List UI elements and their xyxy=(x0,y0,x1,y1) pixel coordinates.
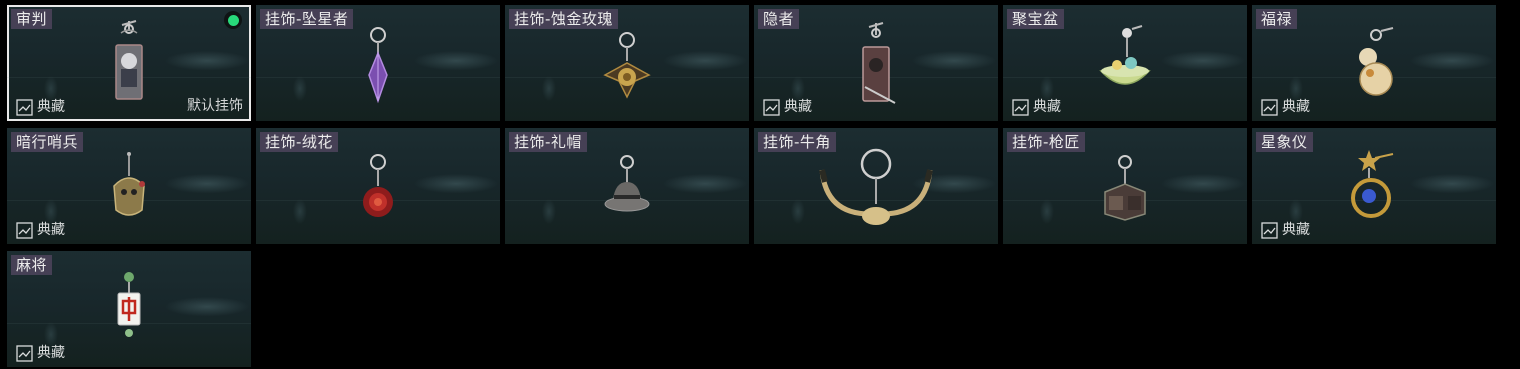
collection-icon xyxy=(1261,98,1278,116)
astrolabe-charm-icon xyxy=(1351,150,1394,218)
collection-icon xyxy=(16,344,33,362)
charm-name: 挂饰-绒花 xyxy=(260,132,338,152)
charm-name: 挂饰-礼帽 xyxy=(509,132,587,152)
collection-tag: 典藏 xyxy=(16,98,65,116)
collection-icon xyxy=(16,221,33,239)
collection-label: 典藏 xyxy=(1282,222,1310,238)
collection-tag: 典藏 xyxy=(763,98,812,116)
collection-tag: 典藏 xyxy=(1261,221,1310,239)
charm-card-top-hat[interactable]: 挂饰-礼帽 xyxy=(505,128,749,244)
collection-icon xyxy=(763,98,780,116)
gold-rose-charm-icon xyxy=(603,32,651,99)
default-charm-label: 默认挂饰 xyxy=(187,98,243,114)
collection-icon xyxy=(1012,98,1029,116)
gourd-charm-icon xyxy=(1359,27,1394,96)
charm-card-velvet-flower[interactable]: 挂饰-绒花 xyxy=(256,128,500,244)
charm-card-astrolabe[interactable]: 星象仪 典藏 xyxy=(1252,128,1496,244)
bull-horn-charm-icon xyxy=(819,148,933,225)
charm-name: 挂饰-蚀金玫瑰 xyxy=(509,9,618,29)
collection-label: 典藏 xyxy=(1282,99,1310,115)
collection-label: 典藏 xyxy=(1033,99,1061,115)
charm-card-gourd[interactable]: 福禄 典藏 xyxy=(1252,5,1496,121)
charm-name: 暗行哨兵 xyxy=(11,132,84,152)
collection-icon xyxy=(16,98,33,116)
charm-name: 挂饰-牛角 xyxy=(758,132,836,152)
mahjong-tile-charm-icon xyxy=(117,272,141,337)
charm-name: 挂饰-坠星者 xyxy=(260,9,354,29)
purple-crystal-charm-icon xyxy=(368,27,388,104)
charm-card-hermit[interactable]: 隐者 典藏 xyxy=(754,5,998,121)
equipped-indicator-icon xyxy=(224,11,242,29)
charm-card-treasure-bowl[interactable]: 聚宝盆 典藏 xyxy=(1003,5,1247,121)
charm-name: 福禄 xyxy=(1256,9,1298,29)
hermit-tarot-charm-icon xyxy=(862,22,896,104)
collection-label: 典藏 xyxy=(37,99,65,115)
judgment-tarot-charm-icon xyxy=(115,20,143,100)
charm-name: 聚宝盆 xyxy=(1007,9,1064,29)
top-hat-charm-icon xyxy=(604,155,650,212)
collection-label: 典藏 xyxy=(37,345,65,361)
collection-label: 典藏 xyxy=(37,222,65,238)
gunsmith-chest-charm-icon xyxy=(1104,155,1146,221)
charm-card-mahjong[interactable]: 麻将 典藏 xyxy=(7,251,251,367)
treasure-bowl-charm-icon xyxy=(1099,25,1151,85)
collection-tag: 典藏 xyxy=(1261,98,1310,116)
red-flower-charm-icon xyxy=(363,154,393,217)
charm-name: 麻将 xyxy=(11,255,53,275)
charm-name: 挂饰-枪匠 xyxy=(1007,132,1085,152)
charm-card-gilded-rose[interactable]: 挂饰-蚀金玫瑰 xyxy=(505,5,749,121)
charm-name: 星象仪 xyxy=(1256,132,1313,152)
charm-card-bull-horn[interactable]: 挂饰-牛角 xyxy=(754,128,998,244)
charm-name: 审判 xyxy=(11,9,53,29)
charm-card-judgment[interactable]: 审判 典藏 默认挂饰 xyxy=(7,5,251,121)
collection-tag: 典藏 xyxy=(16,221,65,239)
collection-tag: 典藏 xyxy=(1012,98,1061,116)
charm-name: 隐者 xyxy=(758,9,800,29)
collection-icon xyxy=(1261,221,1278,239)
charm-card-shadow-sentinel[interactable]: 暗行哨兵 典藏 xyxy=(7,128,251,244)
charm-grid: 审判 典藏 默认挂饰 挂饰-坠星者 挂饰-蚀金玫瑰 隐者 典藏 聚宝盆 典藏 福… xyxy=(7,5,1496,367)
charm-card-star-faller[interactable]: 挂饰-坠星者 xyxy=(256,5,500,121)
sentinel-charm-icon xyxy=(113,152,145,216)
collection-tag: 典藏 xyxy=(16,344,65,362)
collection-label: 典藏 xyxy=(784,99,812,115)
charm-card-gunsmith[interactable]: 挂饰-枪匠 xyxy=(1003,128,1247,244)
